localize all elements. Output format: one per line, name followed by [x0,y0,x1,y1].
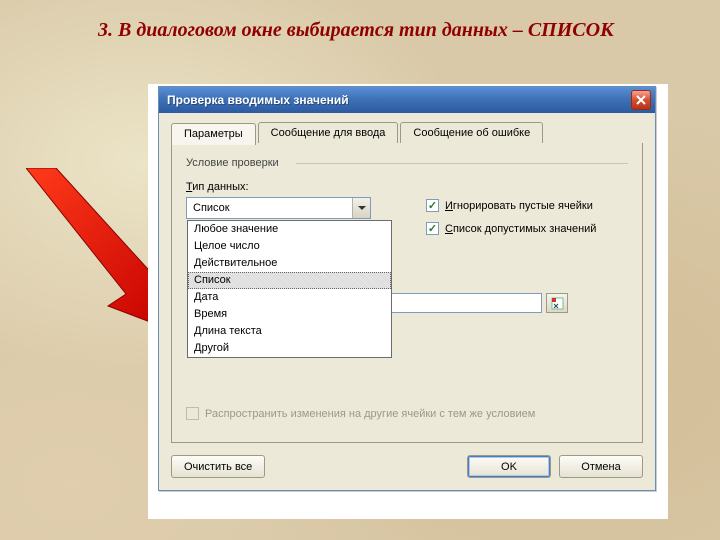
source-input[interactable] [382,293,542,313]
tab-panel-parameters: Условие проверки Тип данных: Список Любо… [171,143,643,443]
option-any[interactable]: Любое значение [188,221,391,238]
data-type-dropdown: Любое значение Целое число Действительно… [187,220,392,358]
close-button[interactable] [631,90,651,110]
data-type-value: Список [187,202,352,214]
combobox-arrow-button[interactable] [352,198,370,218]
slide-caption: 3. В диалоговом окне выбирается тип данн… [98,18,638,43]
checkbox-in-cell-dropdown[interactable]: ✓ Список допустимых значений [426,222,628,235]
checkbox-ignore-blank[interactable]: ✓ Игнорировать пустые ячейки [426,199,628,212]
ok-button[interactable]: OK [467,455,551,478]
option-whole[interactable]: Целое число [188,238,391,255]
validation-condition-label: Условие проверки [186,157,628,169]
data-validation-dialog: Проверка вводимых значений Параметры Соо… [158,86,656,491]
checkbox-box [186,407,199,420]
titlebar[interactable]: Проверка вводимых значений [159,87,655,113]
option-decimal[interactable]: Действительное [188,255,391,272]
checkbox-apply-to-others: Распространить изменения на другие ячейк… [186,407,628,420]
tab-error-alert[interactable]: Сообщение об ошибке [400,122,543,144]
dialog-title: Проверка вводимых значений [167,93,631,107]
close-icon [636,95,646,105]
range-picker-icon [551,297,564,310]
tabs: Параметры Сообщение для ввода Сообщение … [171,122,643,144]
cancel-button[interactable]: Отмена [559,455,643,478]
option-custom[interactable]: Другой [188,340,391,357]
option-list[interactable]: Список [188,272,391,289]
data-type-combobox[interactable]: Список Любое значение Целое число Действ… [186,197,371,219]
tab-parameters[interactable]: Параметры [171,123,256,145]
dialog-screenshot-area: Проверка вводимых значений Параметры Соо… [148,84,668,519]
checkbox-box: ✓ [426,199,439,212]
range-picker-button[interactable] [546,293,568,313]
checkbox-box: ✓ [426,222,439,235]
source-row [382,293,568,313]
tab-input-message[interactable]: Сообщение для ввода [258,122,399,144]
data-type-label: Тип данных: [186,181,396,193]
clear-all-button[interactable]: Очистить все [171,455,265,478]
dialog-buttons: Очистить все OK Отмена [159,455,655,490]
option-time[interactable]: Время [188,306,391,323]
option-date[interactable]: Дата [188,289,391,306]
option-text-length[interactable]: Длина текста [188,323,391,340]
